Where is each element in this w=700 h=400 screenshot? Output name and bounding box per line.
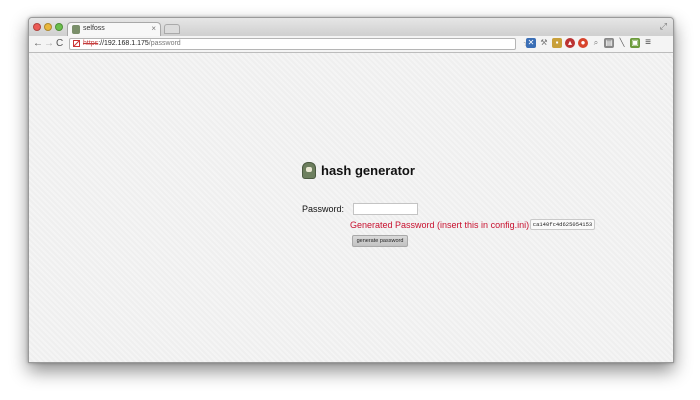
url-text: https://192.168.1.175/password [83,40,181,47]
maximize-window-button[interactable] [55,23,63,31]
magnifier-icon[interactable]: ⌕ [591,38,601,48]
close-window-button[interactable] [33,23,41,31]
new-tab-button[interactable] [164,24,180,34]
extension-puzzle-icon[interactable]: ✕ [526,38,536,48]
image-extension-icon[interactable]: ▣ [630,38,640,48]
address-bar[interactable]: https://192.168.1.175/password ☆ [69,38,531,50]
generate-password-button[interactable]: generate password [352,235,408,247]
generated-password-label: Generated Password (insert this in confi… [350,220,532,230]
title-bar: selfoss × ⤢ [29,18,673,36]
menu-icon[interactable]: ≡ [643,38,653,48]
password-label: Password: [302,204,345,214]
forward-arrow-icon[interactable]: → [44,38,54,49]
broken-lock-icon [73,40,80,47]
minimize-window-button[interactable] [44,23,52,31]
extension-red-icon[interactable]: ▴ [565,38,575,48]
wrench-icon[interactable]: ⚒ [539,38,549,48]
generated-hash-field[interactable]: ca140fc4d625054153 [530,219,595,230]
browser-tab[interactable]: selfoss × [67,22,161,36]
page-title: hash generator [321,163,415,178]
tab-title: selfoss [83,25,105,32]
stop-sign-icon[interactable]: ● [578,38,588,48]
page-content: hash generator Password: Generated Passw… [29,53,673,362]
fullscreen-icon[interactable]: ⤢ [660,21,667,32]
reload-icon[interactable]: C [56,38,63,49]
tab-close-icon[interactable]: × [151,24,156,34]
selfoss-logo-icon [302,162,316,179]
tools-icon[interactable]: ╲ [617,38,627,48]
lastpass-icon[interactable]: ▪ [552,38,562,48]
back-arrow-icon[interactable]: ← [33,38,43,49]
browser-window: selfoss × ⤢ ← → C https://192.168.1.175/… [28,17,674,363]
selfoss-favicon-icon [72,25,80,34]
printer-icon[interactable]: ▤ [604,38,614,48]
password-input[interactable] [353,203,418,215]
browser-toolbar: ← → C https://192.168.1.175/password ☆ ✕… [29,36,673,53]
